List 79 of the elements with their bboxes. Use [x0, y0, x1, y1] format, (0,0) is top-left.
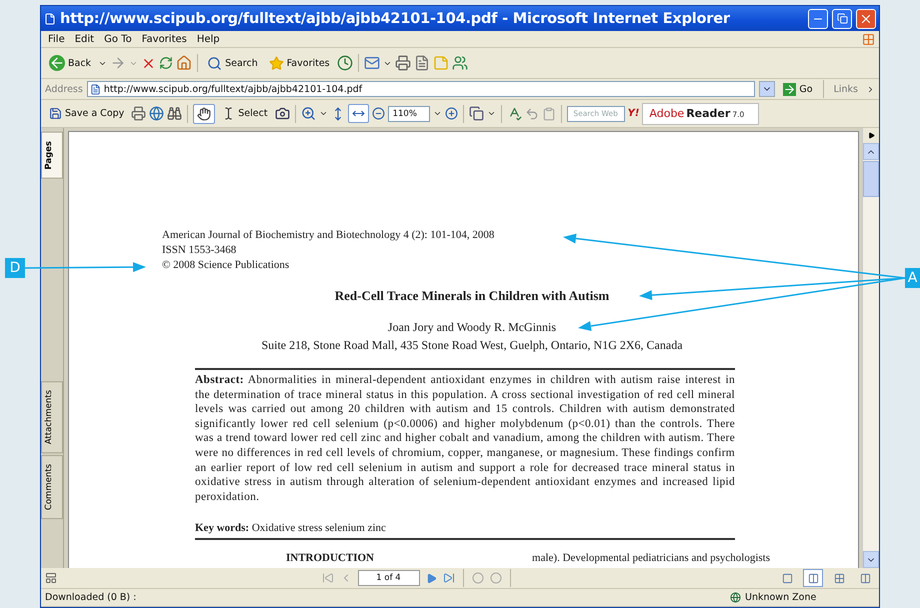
window-title: http://www.scipub.org/fulltext/ajbb/ajbb42101-104.pdf - Microsoft Internet Explorer [60, 10, 731, 26]
callout-label: A [905, 268, 920, 288]
scroll-right-button[interactable] [863, 128, 879, 143]
snapshot-icon[interactable] [274, 106, 290, 121]
save-a-copy-button[interactable]: Save a Copy [45, 104, 128, 123]
zoom-out-icon[interactable] [372, 107, 385, 120]
search-icon [207, 56, 222, 70]
abstract-text: Abstract: Abnormalities in mineral-dependent antioxidant enzymes in children with autism raise interest in the determination of trace mineral status in this population. A cross sectional investigation of red cell mineral levels was carried out among 20 children with autism and 15 controls. Children with autism demonstrated significantly lower red cell selenium (p<0.0006) and higher molybdenum (p<0.01) than the controls. There was a trend toward lower red cell zinc and higher cobalt and vanadium, among the children with autism. There were no differences in red cell levels of chromium, copper, manganese, or magnesium. These findings confirm an earlier report of low red cell selenium in autism and support a role for decreased trace mineral status in oxidative stress in autism through alteration of selenium-dependent antioxidant enzymes and increased lipid peroxidation. [195, 373, 735, 504]
dropdown-caret-icon[interactable] [486, 109, 496, 118]
address-field[interactable]: http://www.scipub.org/fulltext/ajbb/ajbb42101-104.pdf [86, 81, 756, 97]
chevron-icon[interactable] [866, 84, 875, 94]
journal-header-line: © 2008 Science Publications [162, 258, 290, 273]
zoom-plus-icon[interactable] [444, 107, 458, 120]
menu-item[interactable]: Favorites [138, 34, 190, 44]
search-button[interactable]: Search [203, 52, 262, 74]
fit-width-button[interactable] [348, 104, 369, 123]
back-button[interactable]: Back [45, 52, 96, 74]
restore-icon [836, 13, 848, 24]
links-button[interactable]: Links [830, 80, 862, 98]
history-icon[interactable] [336, 55, 353, 71]
side-tab[interactable]: Pages [41, 132, 63, 179]
page-layout-icon [860, 572, 870, 584]
pages-icon[interactable] [468, 106, 484, 121]
page-icon [44, 12, 56, 24]
clipboard-icon[interactable] [542, 106, 556, 120]
messenger-icon[interactable] [452, 55, 468, 71]
address-label: Address [45, 84, 83, 94]
page-layout-icon [834, 572, 844, 584]
minimize-button[interactable] [808, 8, 828, 28]
scrollbar-thumb[interactable] [863, 161, 879, 197]
zone-text: Unknown Zone [745, 592, 818, 603]
side-tab[interactable]: Comments [41, 454, 63, 519]
page-layout-icon [808, 572, 818, 584]
menu-item[interactable]: Edit [72, 34, 98, 44]
restore-button[interactable] [832, 8, 852, 28]
star-icon [268, 56, 284, 70]
yahoo-logo[interactable]: Y! [628, 108, 640, 119]
column-text: male). Developmental pediatricians and psychologists [531, 552, 770, 564]
menu-item[interactable]: Go To [101, 34, 135, 44]
mail-icon[interactable] [364, 55, 380, 71]
panel-toggle-icon[interactable] [45, 572, 57, 584]
print-icon[interactable] [131, 106, 146, 121]
page-number-field[interactable]: 1 of 4 [358, 570, 420, 586]
status-text: Downloaded (0 B) : [45, 592, 136, 603]
hand-tool-button[interactable] [193, 104, 216, 124]
print-icon[interactable] [394, 55, 411, 71]
find-icon[interactable] [167, 106, 182, 121]
zoom-in-icon[interactable] [300, 106, 316, 121]
favorites-button[interactable]: Favorites [264, 52, 334, 74]
last-page-icon[interactable] [442, 572, 454, 584]
journal-header-line: American Journal of Biochemistry and Biotechnology 4 (2): 101-104, 2008 [162, 228, 496, 243]
dropdown-button[interactable] [759, 81, 776, 97]
article-title: Red-Cell Trace Minerals in Children with Autism [334, 287, 610, 305]
journal-header-line: ISSN 1553-3468 [162, 243, 238, 258]
menu-item[interactable]: Help [194, 34, 223, 44]
select-button[interactable]: Select [218, 104, 272, 123]
home-icon[interactable] [176, 55, 192, 71]
next-page-icon[interactable] [426, 572, 436, 584]
page-layout-icon [782, 572, 792, 584]
hand-icon [197, 106, 212, 120]
article-affiliation: Suite 218, Stone Road Mall, 435 Stone Road West, Guelph, Ontario, N1G 2X6, Canada [260, 337, 684, 354]
refresh-icon[interactable] [159, 56, 174, 70]
triangle-icon [868, 132, 874, 139]
globe-icon [730, 592, 741, 603]
zoom-field[interactable]: 110% [388, 106, 430, 122]
key-words-text: Key words: Oxidative stress selenium zinc [195, 522, 387, 534]
article-authors: Joan Jory and Woody R. McGinnis [386, 319, 558, 336]
menu-item[interactable]: File [45, 34, 68, 44]
page-icon [90, 84, 101, 94]
dropdown-caret-icon[interactable] [432, 109, 442, 118]
view-mode-button[interactable] [803, 569, 823, 587]
go-button[interactable]: Go [779, 80, 817, 98]
callout-label: D [5, 258, 25, 278]
edit-icon[interactable] [414, 55, 430, 71]
section-heading: INTRODUCTION [284, 552, 375, 564]
dropdown-caret-icon[interactable] [318, 109, 328, 118]
side-tab[interactable]: Attachments [41, 380, 63, 453]
close-button[interactable] [856, 8, 876, 28]
undo-icon[interactable] [524, 106, 539, 120]
